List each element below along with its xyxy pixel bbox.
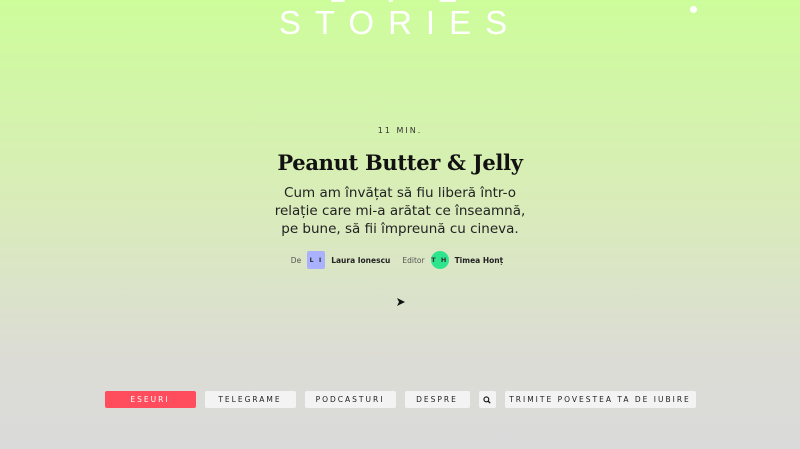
- search-button[interactable]: [478, 391, 496, 408]
- article-credits: De L I Laura Ionescu Editor T H Timea Ho…: [0, 251, 800, 269]
- site-logo[interactable]: L V E STORIES: [0, 0, 800, 41]
- author-name[interactable]: Laura Ionescu: [331, 256, 390, 265]
- editor-avatar[interactable]: T H: [430, 251, 449, 269]
- author-avatar[interactable]: L I: [307, 251, 326, 269]
- nav-despre[interactable]: DESPRE: [404, 391, 470, 408]
- menu-dot-icon[interactable]: [690, 6, 697, 13]
- editor-prefix: Editor: [402, 255, 425, 265]
- author-prefix: De: [290, 255, 302, 265]
- logo-line-2: STORIES: [278, 4, 522, 41]
- main-nav: ESEURI TELEGRAME PODCASTURI DESPRE TRIMI…: [0, 391, 800, 408]
- article-title[interactable]: Peanut Butter & Jelly: [0, 150, 800, 175]
- editor-name[interactable]: Timea Honț: [455, 256, 504, 265]
- nav-eseuri[interactable]: ESEURI: [104, 391, 196, 408]
- article-subtitle: Cum am învățat să fiu liberă într-o rela…: [274, 185, 526, 237]
- nav-podcasturi[interactable]: PODCASTURI: [304, 391, 396, 408]
- read-time: 11 MIN.: [377, 126, 423, 135]
- nav-submit-story[interactable]: TRIMITE POVESTEA TA DE IUBIRE: [504, 391, 696, 408]
- search-icon: [483, 395, 491, 404]
- play-arrow-icon[interactable]: [396, 292, 406, 306]
- nav-telegrame[interactable]: TELEGRAME: [204, 391, 296, 408]
- logo-line-1: L V E: [0, 0, 800, 8]
